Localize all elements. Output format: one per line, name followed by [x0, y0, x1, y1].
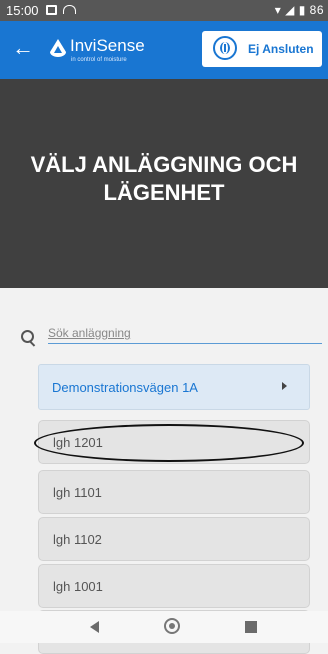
apartment-label: lgh 1102: [53, 532, 102, 547]
nav-recents-icon[interactable]: [245, 621, 257, 633]
back-arrow-icon[interactable]: ←: [12, 36, 34, 60]
facility-item[interactable]: Demonstrationsvägen 1A: [38, 364, 310, 410]
search-row: [0, 314, 328, 344]
apartment-item-lgh-1102[interactable]: lgh 1102: [38, 517, 310, 561]
connection-button[interactable]: Ej Ansluten: [202, 31, 322, 67]
connection-status-icon: [213, 36, 237, 60]
battery-icon: ▮: [298, 3, 306, 17]
status-bar: 15:00 ▾ ◢ ▮ 86: [0, 0, 328, 21]
brand-tagline: in control of moisture: [71, 57, 127, 63]
nav-home-icon[interactable]: [164, 618, 180, 634]
wifi-icon: ▾: [274, 3, 282, 17]
page-title: VÄLJ ANLÄGGNING OCH LÄGENHET: [30, 152, 298, 205]
nav-back-icon[interactable]: [90, 621, 99, 633]
app-bar: ← InviSense in control of moisture Ej An…: [0, 21, 328, 79]
battery-text: 86: [309, 3, 324, 17]
chevron-right-icon: [282, 382, 287, 390]
facility-label: Demonstrationsvägen 1A: [52, 380, 198, 395]
image-notification-icon: [46, 5, 57, 15]
search-input[interactable]: [48, 323, 322, 344]
brand-name: InviSense: [70, 36, 145, 55]
apartment-item-lgh-1201[interactable]: lgh 1201: [38, 420, 310, 464]
status-indicators: ▾ ◢ ▮ 86: [275, 3, 324, 17]
invisense-logo-icon: [50, 39, 66, 57]
apartment-label: lgh 1001: [53, 579, 103, 594]
apartment-label: lgh 1201: [53, 435, 103, 450]
hero-banner: VÄLJ ANLÄGGNING OCH LÄGENHET: [0, 79, 328, 288]
system-nav-bar: [0, 611, 328, 643]
cast-icon: [63, 5, 76, 14]
signal-icon: ◢: [285, 3, 295, 17]
connection-status-label: Ej Ansluten: [248, 42, 314, 56]
apartment-item-lgh-1101[interactable]: lgh 1101: [38, 470, 310, 514]
apartment-item-lgh-1001[interactable]: lgh 1001: [38, 564, 310, 608]
search-icon: [21, 330, 34, 343]
apartment-label: lgh 1101: [53, 485, 102, 500]
status-time: 15:00: [6, 3, 39, 18]
